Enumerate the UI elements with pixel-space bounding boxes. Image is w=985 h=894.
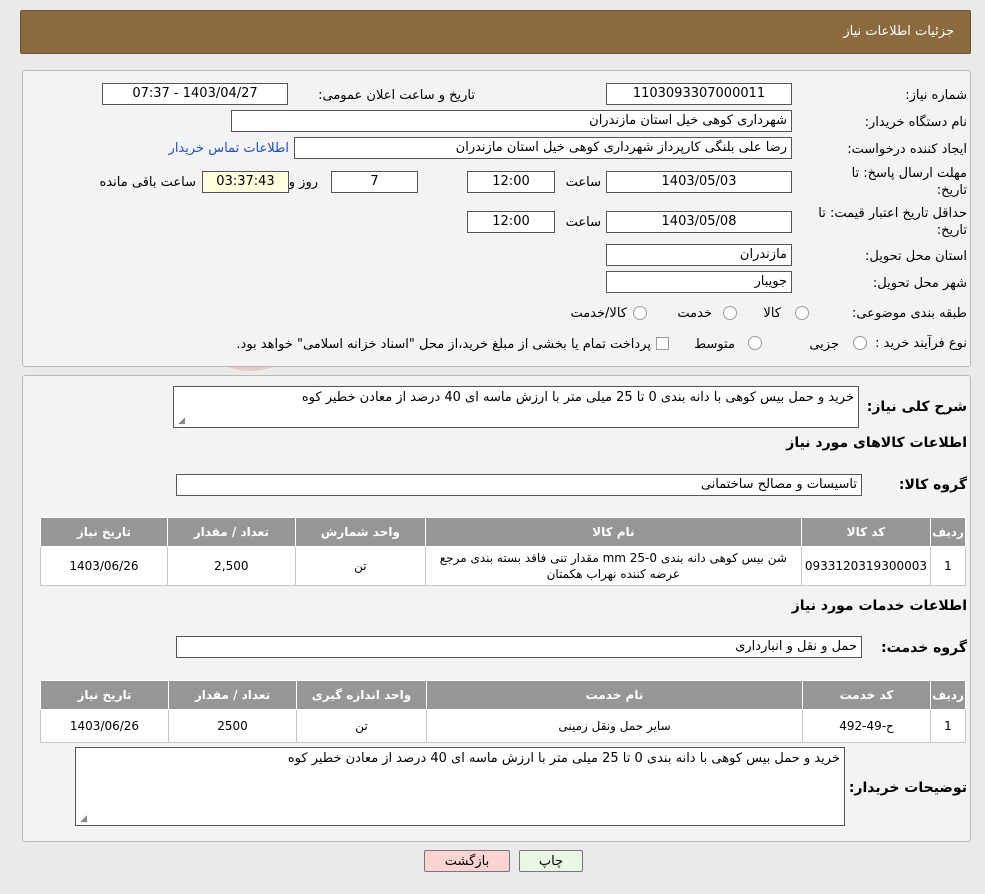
- col-measure-unit: واحد اندازه گیری: [296, 680, 427, 710]
- goods-table: ردیف کد کالا نام کالا واحد شمارش تعداد /…: [40, 517, 966, 586]
- purchase-minor-radio[interactable]: [853, 336, 867, 350]
- cell-quantity: 2,500: [166, 546, 296, 586]
- city-field: جویبار: [606, 271, 792, 293]
- time-remaining-field: 03:37:43: [202, 171, 289, 193]
- buyer-contact-link[interactable]: اطلاعات تماس خریدار: [169, 141, 289, 156]
- category-service-label: خدمت: [677, 306, 712, 321]
- cell-goods-code: 0933120319300003: [800, 546, 932, 586]
- category-goods-service-radio[interactable]: [633, 306, 647, 320]
- col-need-date: تاریخ نیاز: [40, 517, 168, 547]
- cell-quantity: 2500: [168, 709, 297, 743]
- services-group-field: حمل و نقل و انبارداری: [176, 636, 862, 658]
- category-service-radio[interactable]: [723, 306, 737, 320]
- purchase-type-label: نوع فرآیند خرید :: [875, 336, 967, 351]
- creator-label: ایجاد کننده درخواست:: [847, 142, 967, 157]
- cell-row: 1: [930, 709, 966, 743]
- deadline-time-field: 12:00: [467, 171, 555, 193]
- cell-unit: تن: [294, 546, 426, 586]
- col-row: ردیف: [930, 517, 966, 547]
- treasury-checkbox[interactable]: [656, 337, 669, 350]
- cell-measure-unit: تن: [296, 709, 427, 743]
- buyer-org-label: نام دستگاه خریدار:: [864, 115, 967, 130]
- page-title: جزئیات اطلاعات نیاز: [843, 24, 954, 39]
- cell-need-date: 1403/06/26: [40, 709, 169, 743]
- validity-time-label: ساعت: [565, 215, 601, 230]
- purchase-note: پرداخت تمام یا بخشی از مبلغ خرید،از محل …: [236, 337, 651, 352]
- cell-goods-name: شن بیس کوهی دانه بندی mm 25-0 مقدار تنی …: [424, 546, 802, 586]
- table-row: 1 ح-49-492 سایر حمل ونقل زمینی تن 2500 1…: [40, 709, 966, 743]
- creator-field: رضا علی بلنگی کارپرداز شهرداری کوهی خیل …: [294, 137, 792, 159]
- col-row: ردیف: [930, 680, 966, 710]
- province-label: استان محل تحویل:: [865, 249, 967, 264]
- validity-label: حداقل تاریخ اعتبار قیمت: تا: [818, 206, 967, 221]
- category-goods-label: کالا: [763, 306, 781, 321]
- time-remaining-label: ساعت باقی مانده: [99, 175, 196, 190]
- services-table-header: ردیف کد خدمت نام خدمت واحد اندازه گیری ت…: [40, 680, 966, 710]
- need-description-field: خرید و حمل بیس کوهی با دانه بندی 0 تا 25…: [173, 386, 859, 428]
- cell-need-date: 1403/06/26: [40, 546, 168, 586]
- buyer-notes-text: خرید و حمل بیس کوهی با دانه بندی 0 تا 25…: [287, 751, 840, 766]
- cell-service-code: ح-49-492: [802, 709, 931, 743]
- validity-label-date: تاریخ:: [936, 223, 967, 238]
- category-label: طبقه بندی موضوعی:: [851, 306, 967, 321]
- category-goods-radio[interactable]: [795, 306, 809, 320]
- col-service-code: کد خدمت: [802, 680, 931, 710]
- services-group-label: گروه خدمت:: [881, 640, 967, 656]
- validity-time-field: 12:00: [467, 211, 555, 233]
- cell-row: 1: [930, 546, 966, 586]
- buyer-notes-label: توضیحات خریدار:: [848, 780, 967, 796]
- purchase-minor-label: جزیی: [809, 337, 839, 352]
- print-button[interactable]: چاپ: [519, 850, 583, 872]
- need-number-label: شماره نیاز:: [905, 88, 967, 103]
- page-header: جزئیات اطلاعات نیاز: [20, 10, 971, 54]
- deadline-label: مهلت ارسال پاسخ: تا: [851, 166, 967, 181]
- goods-group-field: تاسیسات و مصالح ساختمانی: [176, 474, 862, 496]
- col-goods-name: نام کالا: [424, 517, 802, 547]
- days-label: روز و: [288, 175, 318, 190]
- category-goods-service-label: کالا/خدمت: [570, 306, 627, 321]
- resize-grip-icon[interactable]: ◢: [78, 815, 87, 824]
- need-number-field: 1103093307000011: [606, 83, 792, 105]
- buyer-notes-field: خرید و حمل بیس کوهی با دانه بندی 0 تا 25…: [75, 747, 845, 826]
- col-unit: واحد شمارش: [294, 517, 426, 547]
- resize-grip-icon[interactable]: ◢: [176, 417, 185, 426]
- cell-service-name: سایر حمل ونقل زمینی: [426, 709, 803, 743]
- deadline-date-field: 1403/05/03: [606, 171, 792, 193]
- need-description-text: خرید و حمل بیس کوهی با دانه بندی 0 تا 25…: [301, 390, 854, 405]
- deadline-label-date: تاریخ:: [936, 183, 967, 198]
- goods-group-label: گروه کالا:: [898, 477, 967, 493]
- buyer-org-field: شهرداری کوهی خیل استان مازندران: [231, 110, 792, 132]
- col-need-date: تاریخ نیاز: [40, 680, 169, 710]
- days-remaining-field: 7: [331, 171, 418, 193]
- announce-date-field: 1403/04/27 - 07:37: [102, 83, 288, 105]
- purchase-medium-label: متوسط: [694, 337, 735, 352]
- services-section-title: اطلاعات خدمات مورد نیاز: [791, 598, 967, 614]
- col-quantity: تعداد / مقدار: [168, 680, 297, 710]
- announce-date-label: تاریخ و ساعت اعلان عمومی:: [318, 88, 475, 103]
- province-field: مازندران: [606, 244, 792, 266]
- col-goods-code: کد کالا: [800, 517, 932, 547]
- back-button[interactable]: بازگشت: [424, 850, 510, 872]
- deadline-time-label: ساعت: [565, 175, 601, 190]
- col-service-name: نام خدمت: [426, 680, 803, 710]
- validity-date-field: 1403/05/08: [606, 211, 792, 233]
- purchase-medium-radio[interactable]: [748, 336, 762, 350]
- city-label: شهر محل تحویل:: [872, 276, 967, 291]
- col-quantity: تعداد / مقدار: [166, 517, 296, 547]
- need-description-label: شرح کلی نیاز:: [866, 399, 967, 415]
- goods-section-title: اطلاعات کالاهای مورد نیاز: [786, 435, 967, 451]
- table-row: 1 0933120319300003 شن بیس کوهی دانه بندی…: [40, 546, 966, 586]
- services-table: ردیف کد خدمت نام خدمت واحد اندازه گیری ت…: [40, 680, 966, 743]
- goods-table-header: ردیف کد کالا نام کالا واحد شمارش تعداد /…: [40, 517, 966, 547]
